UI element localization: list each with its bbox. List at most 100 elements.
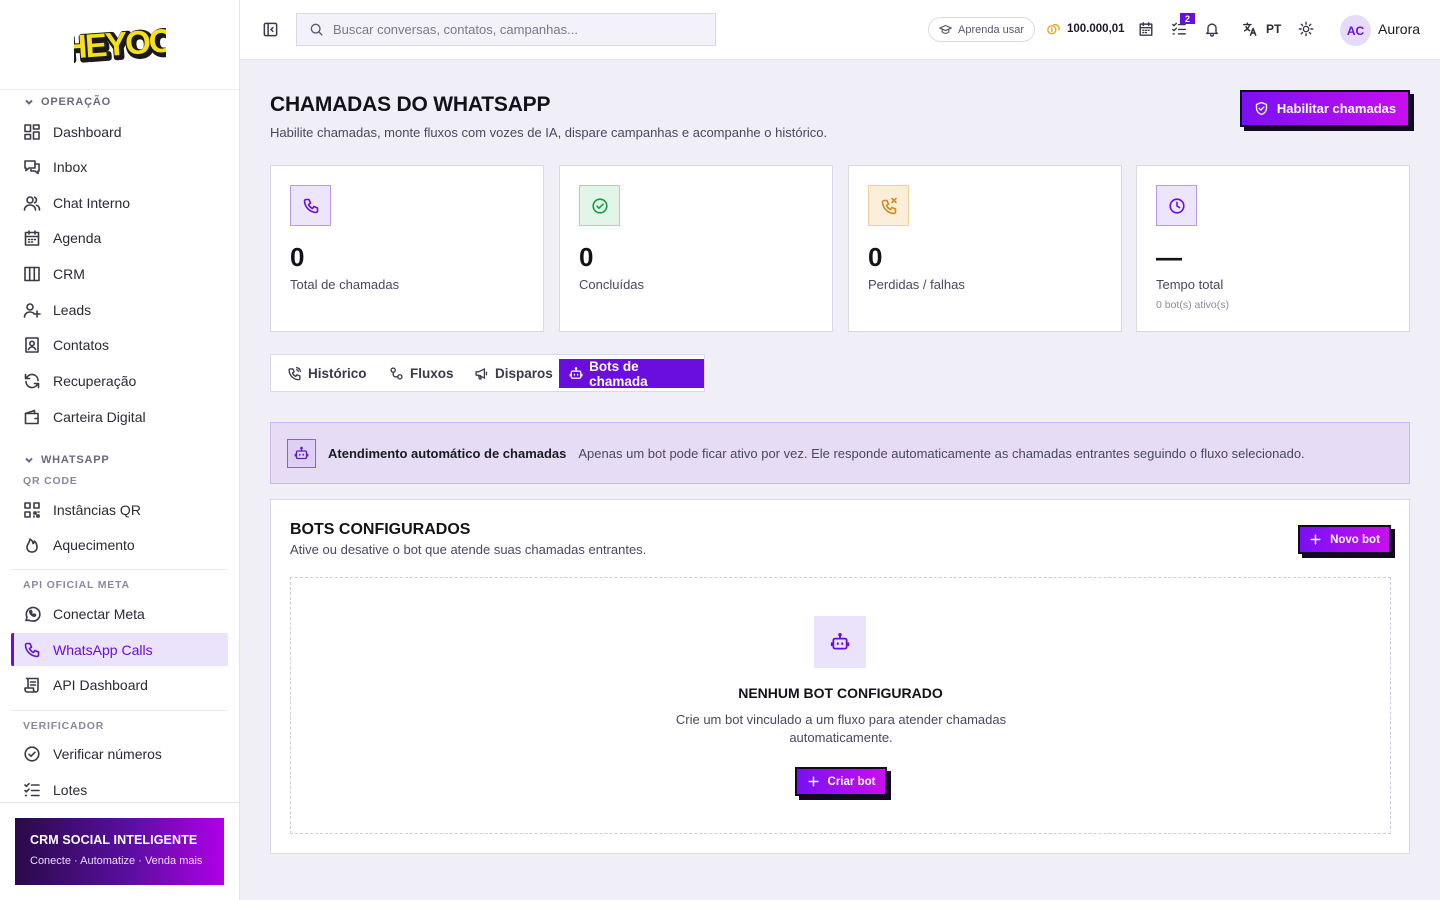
sidebar-item-label: Aquecimento	[53, 536, 135, 553]
clock-icon	[1168, 197, 1185, 214]
avatar[interactable]: AC	[1340, 15, 1371, 46]
heyoo-logo[interactable]: HEYOO HEYOO	[74, 21, 166, 69]
sidebar-toggle-button[interactable]	[262, 21, 279, 38]
tab-label: Bots de chamada	[589, 358, 648, 389]
sidebar-item-conectar-meta[interactable]: Conectar Meta	[11, 597, 228, 630]
enable-calls-label: Habilitar chamadas	[1276, 101, 1397, 116]
sidebar-item-dashboard[interactable]: Dashboard	[11, 115, 228, 148]
empty-description: Crie um bot vinculado a um fluxo para at…	[675, 712, 1007, 745]
coins-icon	[1047, 23, 1060, 35]
section-operacao[interactable]: OPERAÇÃO	[23, 96, 111, 108]
contacts-icon	[25, 336, 39, 353]
empty-icon-box	[814, 616, 866, 668]
translate-icon	[1243, 22, 1257, 36]
qr-icon	[24, 501, 40, 518]
chevron-down-icon	[25, 99, 33, 105]
divider	[11, 710, 228, 711]
bot-icon	[569, 367, 583, 379]
sidebar-item-leads[interactable]: Leads	[11, 293, 228, 326]
wallet-icon	[24, 409, 39, 424]
refresh-icon	[24, 373, 40, 388]
flame-icon	[26, 537, 38, 553]
sidebar-item-lotes[interactable]: Lotes	[11, 773, 228, 802]
tab-disparos[interactable]: Disparos	[464, 359, 563, 388]
sidebar-item-label: Lotes	[53, 781, 88, 798]
stat-label: Total de chamadas	[290, 277, 400, 292]
dashboard-icon	[24, 123, 40, 140]
credits-value: 100.000,01	[1067, 22, 1125, 35]
auto-answer-info: Atendimento automático de chamadas Apena…	[270, 422, 1410, 484]
page-subtitle: Habilite chamadas, monte fluxos com voze…	[270, 125, 828, 140]
sidebar-item-api-dashboard[interactable]: API Dashboard	[11, 668, 228, 701]
topbar: Aprenda usar 100.000,01 2 PT AC Aurora	[240, 0, 1440, 60]
language-selector[interactable]: PT	[1242, 21, 1281, 37]
stat-card-missed: 0 Perdidas / falhas	[848, 165, 1122, 332]
section-title: WHATSAPP	[41, 454, 110, 466]
check-circle-icon	[591, 197, 608, 214]
sidebar-item-label: Carteira Digital	[53, 408, 146, 425]
stat-icon-box	[290, 185, 331, 226]
section-whatsapp[interactable]: WHATSAPP	[23, 454, 110, 466]
bot-icon	[830, 633, 850, 650]
stat-card-completed: 0 Concluídas	[559, 165, 833, 332]
empty-state: NENHUM BOT CONFIGURADO Crie um bot vincu…	[290, 577, 1391, 834]
sidebar-item-contatos[interactable]: Contatos	[11, 328, 228, 361]
promo-title: CRM SOCIAL INTELIGENTE	[30, 833, 198, 847]
sidebar-item-crm[interactable]: CRM	[11, 257, 228, 290]
username[interactable]: Aurora	[1378, 21, 1420, 37]
graduation-cap-icon	[939, 24, 952, 34]
create-bot-label: Criar bot	[827, 775, 876, 788]
sidebar-item-carteira-digital[interactable]: Carteira Digital	[11, 400, 228, 433]
search-input[interactable]	[333, 22, 693, 37]
search-icon	[310, 23, 323, 36]
theme-toggle-button[interactable]	[1298, 21, 1314, 37]
stat-value: 0	[868, 242, 883, 272]
whatsapp-icon	[25, 606, 41, 622]
sidebar-item-inbox[interactable]: Inbox	[11, 150, 228, 183]
phone-history-icon	[288, 367, 301, 381]
search-box[interactable]	[296, 13, 716, 46]
check-circle-icon	[24, 745, 40, 762]
stat-label: Concluídas	[579, 277, 645, 292]
chevron-down-icon	[25, 457, 33, 463]
sidebar-item-label: API Dashboard	[53, 676, 148, 693]
language-label: PT	[1266, 22, 1282, 36]
subsection-api-oficial-meta: API OFICIAL META	[23, 579, 130, 591]
calendar-icon	[24, 229, 40, 246]
svg-text:HEYOO: HEYOO	[74, 21, 166, 66]
promo-banner[interactable]: CRM SOCIAL INTELIGENTE Conecte · Automat…	[15, 818, 224, 885]
sun-icon	[1298, 21, 1314, 37]
calendar-button[interactable]	[1138, 21, 1154, 37]
sidebar-item-aquecimento[interactable]: Aquecimento	[11, 528, 228, 561]
tab-historico[interactable]: Histórico	[277, 359, 377, 388]
learn-button[interactable]: Aprenda usar	[928, 17, 1036, 42]
sidebar-item-recuperacao[interactable]: Recuperação	[11, 364, 228, 397]
info-title: Atendimento automático de chamadas	[328, 445, 567, 461]
shield-check-icon	[1255, 101, 1268, 116]
stat-value: —	[1156, 242, 1182, 272]
sidebar-item-label: CRM	[53, 265, 85, 282]
sidebar-item-agenda[interactable]: Agenda	[11, 221, 228, 254]
promo-subtitle: Conecte · Automatize · Venda mais	[30, 855, 203, 867]
info-icon-box	[287, 438, 316, 468]
sidebar-item-verificar-numeros[interactable]: Verificar números	[11, 737, 228, 770]
sidebar-item-label: WhatsApp Calls	[53, 641, 153, 658]
sidebar-item-label: Verificar números	[53, 745, 162, 762]
tab-bots-de-chamada[interactable]: Bots de chamada	[559, 358, 704, 389]
stat-icon-box	[1156, 185, 1197, 226]
tab-fluxos[interactable]: Fluxos	[379, 359, 464, 388]
sidebar-item-whatsapp-calls[interactable]: WhatsApp Calls	[11, 633, 228, 666]
new-bot-button[interactable]: Novo bot	[1298, 525, 1391, 554]
sidebar-item-chat-interno[interactable]: Chat Interno	[11, 186, 228, 219]
enable-calls-button[interactable]: Habilitar chamadas	[1240, 90, 1410, 127]
notifications-button[interactable]	[1204, 21, 1220, 37]
flow-icon	[390, 367, 403, 380]
credits-display[interactable]: 100.000,01	[1046, 21, 1125, 36]
stat-label: Tempo total	[1156, 277, 1224, 292]
plus-icon	[1310, 534, 1321, 545]
sidebar-item-instancias-qr[interactable]: Instâncias QR	[11, 493, 228, 526]
scroll-icon	[24, 677, 39, 693]
sidebar-nav: OPERAÇÃO Dashboard Inbox Chat Interno Ag…	[0, 90, 239, 802]
sidebar-item-label: Agenda	[53, 229, 102, 246]
create-bot-button[interactable]: Criar bot	[795, 767, 887, 796]
